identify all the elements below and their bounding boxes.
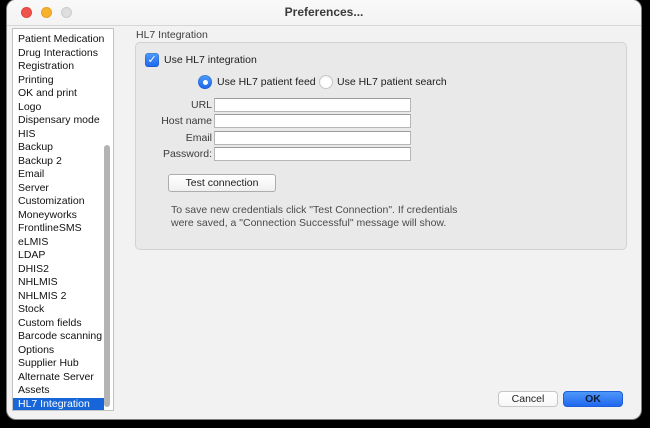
preferences-window: Preferences... Patient Medication Drug I… — [7, 0, 641, 419]
sidebar-item-options[interactable]: Options — [13, 344, 104, 358]
credentials-caption-line2: were saved, a "Connection Successful" me… — [171, 217, 457, 230]
sidebar-item-ok-and-print[interactable]: OK and print — [13, 87, 104, 101]
sidebar-item-custom-fields[interactable]: Custom fields — [13, 317, 104, 331]
sidebar-item-moneyworks[interactable]: Moneyworks — [13, 209, 104, 223]
sidebar-item-elmis[interactable]: eLMIS — [13, 236, 104, 250]
sidebar-item-server[interactable]: Server — [13, 182, 104, 196]
sidebar-item-logo[interactable]: Logo — [13, 101, 104, 115]
ok-button[interactable]: OK — [563, 391, 623, 407]
host-name-label: Host name — [136, 114, 212, 128]
sidebar-item-drug-interactions[interactable]: Drug Interactions — [13, 47, 104, 61]
radio-use-hl7-patient-feed[interactable] — [198, 75, 212, 89]
email-input[interactable] — [214, 131, 411, 145]
sidebar-item-dispensary-mode[interactable]: Dispensary mode — [13, 114, 104, 128]
sidebar-item-backup[interactable]: Backup — [13, 141, 104, 155]
sidebar-list: Patient Medication Drug Interactions Reg… — [12, 28, 114, 411]
sidebar-item-nhlmis[interactable]: NHLMIS — [13, 276, 104, 290]
radio-use-hl7-patient-search-label[interactable]: Use HL7 patient search — [337, 75, 447, 89]
url-input[interactable] — [214, 98, 411, 112]
sidebar-item-assets[interactable]: Assets — [13, 384, 104, 398]
sidebar-item-supplier-hub[interactable]: Supplier Hub — [13, 357, 104, 371]
window-title: Preferences... — [7, 0, 641, 25]
credentials-caption: To save new credentials click "Test Conn… — [171, 204, 457, 229]
titlebar[interactable]: Preferences... — [7, 0, 641, 26]
sidebar-item-barcode-scanning[interactable]: Barcode scanning — [13, 330, 104, 344]
cancel-button[interactable]: Cancel — [498, 391, 558, 407]
sidebar-item-hl7-integration[interactable]: HL7 Integration — [13, 398, 104, 412]
credentials-caption-line1: To save new credentials click "Test Conn… — [171, 204, 457, 217]
use-hl7-integration-label[interactable]: Use HL7 integration — [164, 53, 257, 67]
sidebar-item-frontlinesms[interactable]: FrontlineSMS — [13, 222, 104, 236]
sidebar-item-printing[interactable]: Printing — [13, 74, 104, 88]
test-connection-button[interactable]: Test connection — [168, 174, 276, 192]
password-input[interactable] — [214, 147, 411, 161]
use-hl7-integration-checkbox[interactable] — [145, 53, 159, 67]
email-label: Email — [136, 131, 212, 145]
sidebar-item-stock[interactable]: Stock — [13, 303, 104, 317]
sidebar-items: Patient Medication Drug Interactions Reg… — [13, 33, 104, 411]
sidebar-item-customization[interactable]: Customization — [13, 195, 104, 209]
sidebar-item-patient-medication[interactable]: Patient Medication — [13, 33, 104, 47]
radio-use-hl7-patient-search[interactable] — [319, 75, 333, 89]
host-name-input[interactable] — [214, 114, 411, 128]
sidebar-item-ldap[interactable]: LDAP — [13, 249, 104, 263]
sidebar-item-registration[interactable]: Registration — [13, 60, 104, 74]
hl7-integration-groupbox: Use HL7 integration Use HL7 patient feed… — [135, 42, 627, 250]
password-label: Password: — [136, 147, 212, 161]
sidebar-item-backup-2[interactable]: Backup 2 — [13, 155, 104, 169]
sidebar-item-his[interactable]: HIS — [13, 128, 104, 142]
sidebar-item-nhlmis-2[interactable]: NHLMIS 2 — [13, 290, 104, 304]
sidebar-scrollbar-thumb[interactable] — [104, 145, 110, 407]
radio-use-hl7-patient-feed-label[interactable]: Use HL7 patient feed — [217, 75, 316, 89]
section-label: HL7 Integration — [136, 29, 208, 41]
sidebar-item-alternate-server[interactable]: Alternate Server — [13, 371, 104, 385]
sidebar-item-email[interactable]: Email — [13, 168, 104, 182]
url-label: URL — [136, 98, 212, 112]
sidebar-item-dhis2[interactable]: DHIS2 — [13, 263, 104, 277]
